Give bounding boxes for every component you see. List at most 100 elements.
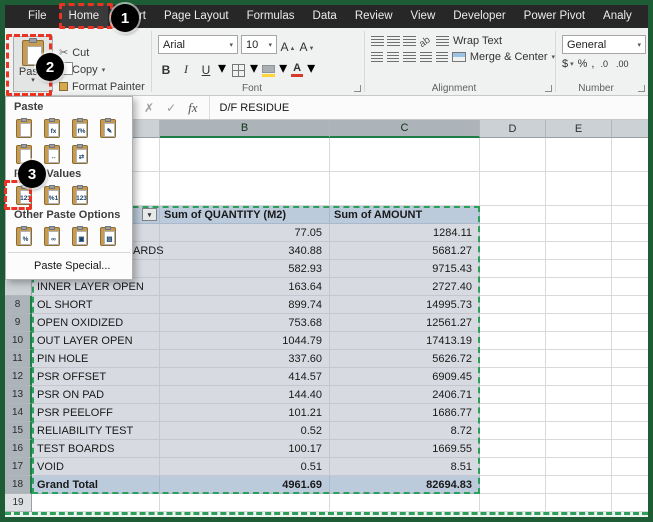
cell[interactable] [480,440,546,458]
cell[interactable] [612,350,648,368]
cell[interactable] [612,476,648,494]
cell-amount[interactable]: 5626.72 [330,350,480,368]
paste-icon[interactable] [12,117,36,139]
chevron-down-icon[interactable]: ▾ [265,41,272,49]
paste-formulas-number-formatting-icon[interactable]: f% [68,117,92,139]
cell-amount[interactable]: 1686.77 [330,404,480,422]
cell[interactable] [612,260,648,278]
font-color-button[interactable]: A [291,59,303,77]
cell[interactable] [546,404,612,422]
cell[interactable] [612,368,648,386]
cell-amount[interactable]: 8.51 [330,458,480,476]
column-header-b[interactable]: B [160,120,330,138]
tab-home[interactable]: Home [60,5,109,28]
cell[interactable] [480,260,546,278]
row-header[interactable]: 8 [5,296,32,314]
paste-special-item[interactable]: Paste Special... [6,256,132,276]
cell[interactable] [612,224,648,242]
paste-dropdown-caret-icon[interactable]: ▾ [31,78,35,84]
percent-style-button[interactable]: % [578,58,588,70]
italic-button[interactable]: I [178,59,194,77]
cell-quantity[interactable]: 4961.69 [160,476,330,494]
underline-button[interactable]: U [198,59,214,77]
column-header-d[interactable]: D [480,120,546,138]
row-header[interactable]: 15 [5,422,32,440]
cell-amount[interactable]: 2727.40 [330,278,480,296]
row-header[interactable]: 9 [5,314,32,332]
cell-label[interactable]: OUT LAYER OPEN [32,332,160,350]
merge-center-button[interactable]: Merge & Center ▾ [452,51,555,63]
paste-values-source-formatting-icon[interactable]: 123 [68,184,92,206]
cell-label[interactable]: PIN HOLE [32,350,160,368]
insert-function-icon[interactable]: fx [188,100,197,116]
cell-quantity[interactable]: 414.57 [160,368,330,386]
decrease-decimal-button[interactable]: .00 [614,59,631,69]
column-header-f[interactable] [612,120,648,138]
merge-center-caret-icon[interactable]: ▾ [552,53,556,61]
cell-amount[interactable]: 12561.27 [330,314,480,332]
align-middle-icon[interactable] [387,36,400,46]
paste-keep-column-widths-icon[interactable]: ↔ [40,143,64,165]
cell-quantity[interactable]: 582.93 [160,260,330,278]
cell[interactable] [480,458,546,476]
paste-keep-source-formatting-icon[interactable]: ✎ [96,117,120,139]
cell-label[interactable]: VOID [32,458,160,476]
row-header[interactable]: 18 [5,476,32,494]
cell[interactable] [480,368,546,386]
shrink-font-button[interactable]: A▼ [299,36,315,54]
cell-quantity[interactable]: 0.51 [160,458,330,476]
paste-transpose-icon[interactable]: ⇄ [68,143,92,165]
fill-color-button[interactable] [262,59,275,77]
column-header-e[interactable]: E [546,120,612,138]
row-header[interactable]: 12 [5,368,32,386]
cell-quantity[interactable] [160,494,330,512]
cell-quantity[interactable]: 101.21 [160,404,330,422]
number-dialog-launcher-icon[interactable] [638,85,645,92]
comma-style-button[interactable]: , [591,58,594,70]
cell[interactable] [546,332,612,350]
tab-power-pivot[interactable]: Power Pivot [515,5,594,28]
align-top-icon[interactable] [371,36,384,46]
row-header[interactable] [5,278,32,296]
row-header[interactable]: 13 [5,386,32,404]
cell[interactable] [546,278,612,296]
cell-label[interactable]: PSR PEELOFF [32,404,160,422]
tab-developer[interactable]: Developer [444,5,514,28]
cell-quantity[interactable]: 1044.79 [160,332,330,350]
cell[interactable] [480,494,546,512]
cell[interactable] [546,494,612,512]
cell[interactable] [480,386,546,404]
borders-caret-icon[interactable]: ▾ [250,58,258,78]
cell[interactable] [612,458,648,476]
cell[interactable] [480,242,546,260]
cell[interactable] [480,224,546,242]
increase-indent-icon[interactable] [436,52,448,62]
cell-amount[interactable]: 82694.83 [330,476,480,494]
cell[interactable] [480,314,546,332]
formula-input[interactable]: D/F RESIDUE [210,102,290,114]
cell[interactable] [480,476,546,494]
cancel-icon[interactable]: ✗ [144,101,154,115]
row-header[interactable]: 17 [5,458,32,476]
cell-amount[interactable]: 1669.55 [330,440,480,458]
cell-amount[interactable] [330,494,480,512]
cell[interactable] [546,350,612,368]
cell[interactable] [480,422,546,440]
tab-analy[interactable]: Analy [594,5,641,28]
align-right-icon[interactable] [403,52,415,62]
tab-page-layout[interactable]: Page Layout [155,5,238,28]
pivot-header-quantity[interactable]: Sum of QUANTITY (M2) [160,206,330,224]
chevron-down-icon[interactable]: ▾ [226,41,233,49]
cell-label[interactable]: OL SHORT [32,296,160,314]
cell[interactable] [612,278,648,296]
cell-label[interactable] [32,494,160,512]
font-size-combo[interactable]: 10▾ [241,35,277,54]
cell[interactable] [546,242,612,260]
cell-amount[interactable]: 8.72 [330,422,480,440]
cell-amount[interactable]: 6909.45 [330,368,480,386]
tab-file[interactable]: File [15,5,60,28]
row-header[interactable]: 19 [5,494,32,512]
tab-view[interactable]: View [402,5,445,28]
cell[interactable] [546,368,612,386]
bold-button[interactable]: B [158,59,174,77]
